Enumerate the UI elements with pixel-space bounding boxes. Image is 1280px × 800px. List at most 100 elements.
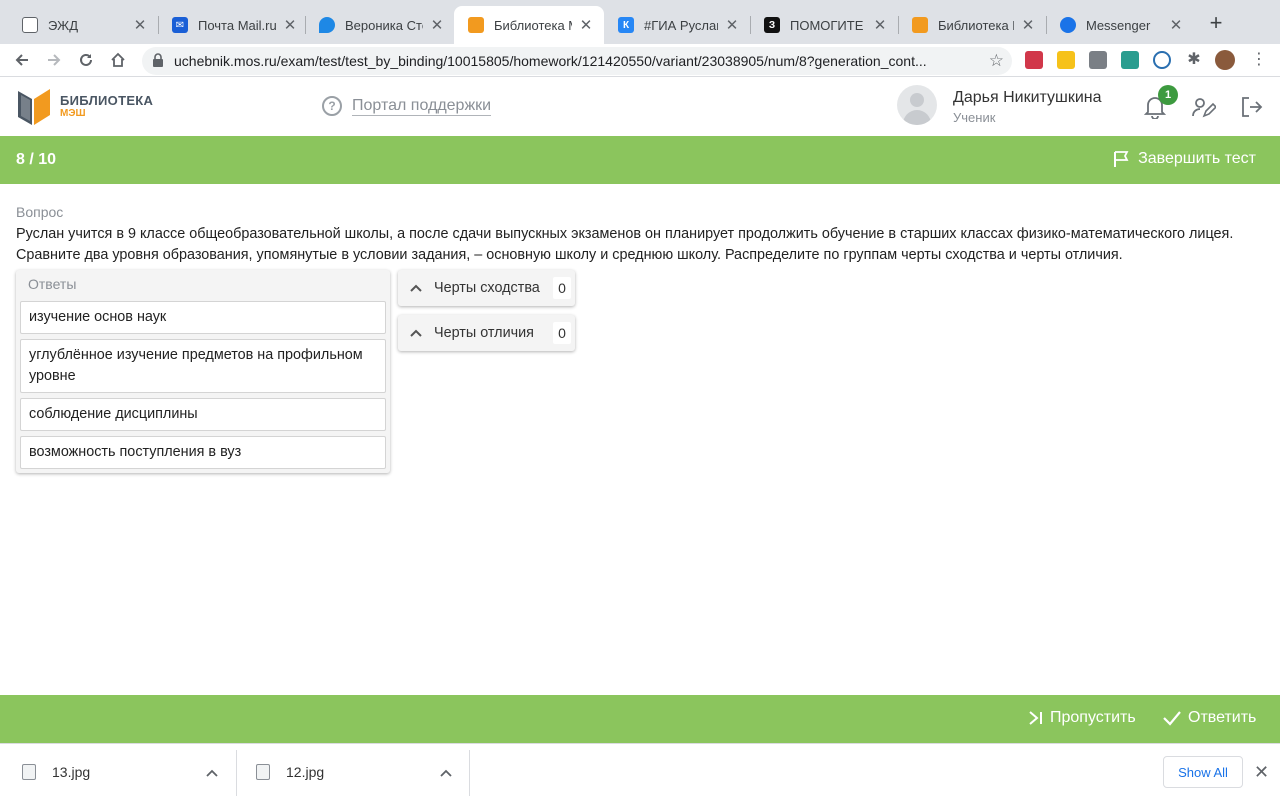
book-icon	[468, 17, 484, 33]
download-item[interactable]: 13.jpg	[22, 750, 232, 794]
finish-test-label: Завершить тест	[1138, 150, 1256, 167]
tab-title: ЭЖД	[48, 17, 78, 33]
group-label: Черты сходства	[434, 280, 540, 296]
chevron-up-icon[interactable]	[398, 284, 434, 292]
close-icon[interactable]: ✕	[429, 16, 445, 34]
answers-header: Ответы	[28, 276, 77, 292]
extension-icon[interactable]	[1089, 51, 1107, 69]
book-icon	[912, 17, 928, 33]
browser-tab[interactable]: Messenger ✕	[1046, 6, 1194, 44]
swirl-icon	[319, 17, 335, 33]
browser-toolbar: uchebnik.mos.ru/exam/test/test_by_bindin…	[0, 44, 1280, 77]
extension-icon[interactable]	[1057, 51, 1075, 69]
bookmark-star-icon[interactable]: ☆	[989, 51, 1004, 71]
profile-avatar[interactable]	[1215, 50, 1235, 70]
group-similarities[interactable]: Черты сходства 0	[398, 270, 575, 306]
skip-label: Пропустить	[1050, 709, 1136, 726]
group-label: Черты отличия	[434, 325, 534, 341]
group-count: 0	[553, 322, 571, 344]
forward-icon[interactable]	[42, 48, 66, 72]
url-text: uchebnik.mos.ru/exam/test/test_by_bindin…	[174, 53, 927, 69]
test-progress-bar: 8 / 10 Завершить тест	[0, 136, 1280, 184]
group-count: 0	[553, 277, 571, 299]
new-tab-button[interactable]: +	[1204, 12, 1228, 36]
close-icon[interactable]: ✕	[1168, 16, 1184, 34]
tab-title: Messenger	[1086, 17, 1151, 33]
user-name: Дарья Никитушкина	[953, 89, 1102, 106]
lock-icon	[152, 52, 166, 70]
close-icon[interactable]: ✕	[578, 16, 594, 34]
reload-icon[interactable]	[74, 48, 98, 72]
support-link[interactable]: Портал поддержки	[352, 97, 492, 116]
browser-tab[interactable]: Вероника Сте ✕	[305, 6, 455, 44]
browser-tab[interactable]: К #ГИА Руслан у ✕	[604, 6, 750, 44]
browser-tab-bar: ЭЖД ✕ ✉ Почта Mail.ru ✕ Вероника Сте ✕ Б…	[0, 0, 1280, 44]
close-icon[interactable]: ✕	[1254, 762, 1269, 783]
chevron-up-icon[interactable]	[440, 764, 452, 780]
flag-icon	[1114, 151, 1129, 167]
download-filename: 12.jpg	[286, 764, 325, 780]
book-logo-icon	[18, 89, 50, 125]
browser-tab-active[interactable]: Библиотека М ✕	[454, 6, 604, 44]
mail-icon: ✉	[172, 17, 188, 33]
user-role: Ученик	[953, 110, 996, 125]
browser-tab[interactable]: ЭЖД ✕	[8, 6, 158, 44]
download-item[interactable]: 12.jpg	[256, 750, 466, 794]
help-icon: ?	[322, 96, 342, 116]
puzzle-icon[interactable]: ✱	[1185, 51, 1203, 69]
tab-title: ПОМОГИТЕ , I	[790, 17, 866, 33]
extension-icon[interactable]	[1121, 51, 1139, 69]
messenger-icon	[1060, 17, 1076, 33]
vk-icon: К	[618, 17, 634, 33]
group-differences[interactable]: Черты отличия 0	[398, 315, 575, 351]
close-icon[interactable]: ✕	[282, 16, 298, 34]
notification-badge: 1	[1158, 85, 1178, 105]
question-counter: 8 / 10	[16, 151, 57, 168]
close-icon[interactable]: ✕	[872, 16, 888, 34]
answers-pool: Ответы изучение основ наук углублённое и…	[16, 270, 390, 473]
close-icon[interactable]: ✕	[724, 16, 740, 34]
skip-icon	[1029, 711, 1042, 725]
chevron-up-icon[interactable]	[398, 329, 434, 337]
support-portal[interactable]: ? Портал поддержки	[322, 96, 492, 116]
answer-label: Ответить	[1188, 709, 1257, 726]
show-all-button[interactable]: Show All	[1163, 756, 1243, 788]
home-icon[interactable]	[106, 48, 130, 72]
tab-title: Вероника Сте	[345, 17, 423, 33]
image-file-icon	[22, 764, 36, 780]
tab-title: Библиотека М	[494, 17, 572, 33]
logout-icon[interactable]	[1240, 95, 1264, 119]
znanija-icon: З	[764, 17, 780, 33]
answer-card[interactable]: изучение основ наук	[20, 301, 386, 334]
skip-button[interactable]: Пропустить	[1028, 709, 1136, 727]
address-bar[interactable]: uchebnik.mos.ru/exam/test/test_by_bindin…	[142, 47, 1012, 75]
question-label: Вопрос	[16, 204, 64, 220]
finish-test-button[interactable]: Завершить тест	[1112, 150, 1256, 168]
browser-tab[interactable]: З ПОМОГИТЕ , I ✕	[750, 6, 898, 44]
logo-subtitle: МЭШ	[60, 107, 86, 119]
edit-profile-icon[interactable]	[1192, 95, 1218, 119]
browser-tab[interactable]: ✉ Почта Mail.ru ✕	[158, 6, 308, 44]
menu-kebab-icon[interactable]: ⋮	[1250, 51, 1268, 69]
avatar[interactable]	[897, 85, 937, 125]
logo[interactable]: БИБЛИОТЕКА МЭШ	[16, 85, 153, 127]
back-icon[interactable]	[10, 48, 34, 72]
close-icon[interactable]: ✕	[132, 16, 148, 34]
extension-icon[interactable]	[1153, 51, 1171, 69]
extension-icon[interactable]	[1025, 51, 1043, 69]
image-file-icon	[256, 764, 270, 780]
tab-title: Почта Mail.ru	[198, 17, 276, 33]
close-icon[interactable]: ✕	[1020, 16, 1036, 34]
download-filename: 13.jpg	[52, 764, 91, 780]
chevron-up-icon[interactable]	[206, 764, 218, 780]
browser-tab[interactable]: Библиотека М ✕	[898, 6, 1046, 44]
question-text: Руслан учится в 9 классе общеобразовател…	[16, 226, 1234, 263]
test-actions-bar: Пропустить Ответить	[0, 695, 1280, 743]
logo-title: БИБЛИОТЕКА	[60, 92, 154, 108]
answer-button[interactable]: Ответить	[1162, 709, 1256, 727]
tab-title: Библиотека М	[938, 17, 1014, 33]
answer-card[interactable]: возможность поступления в вуз	[20, 436, 386, 469]
site-header: БИБЛИОТЕКА МЭШ ? Портал поддержки Дарья …	[0, 77, 1280, 136]
answer-card[interactable]: соблюдение дисциплины	[20, 398, 386, 431]
answer-card[interactable]: углублённое изучение предметов на профил…	[20, 339, 386, 393]
